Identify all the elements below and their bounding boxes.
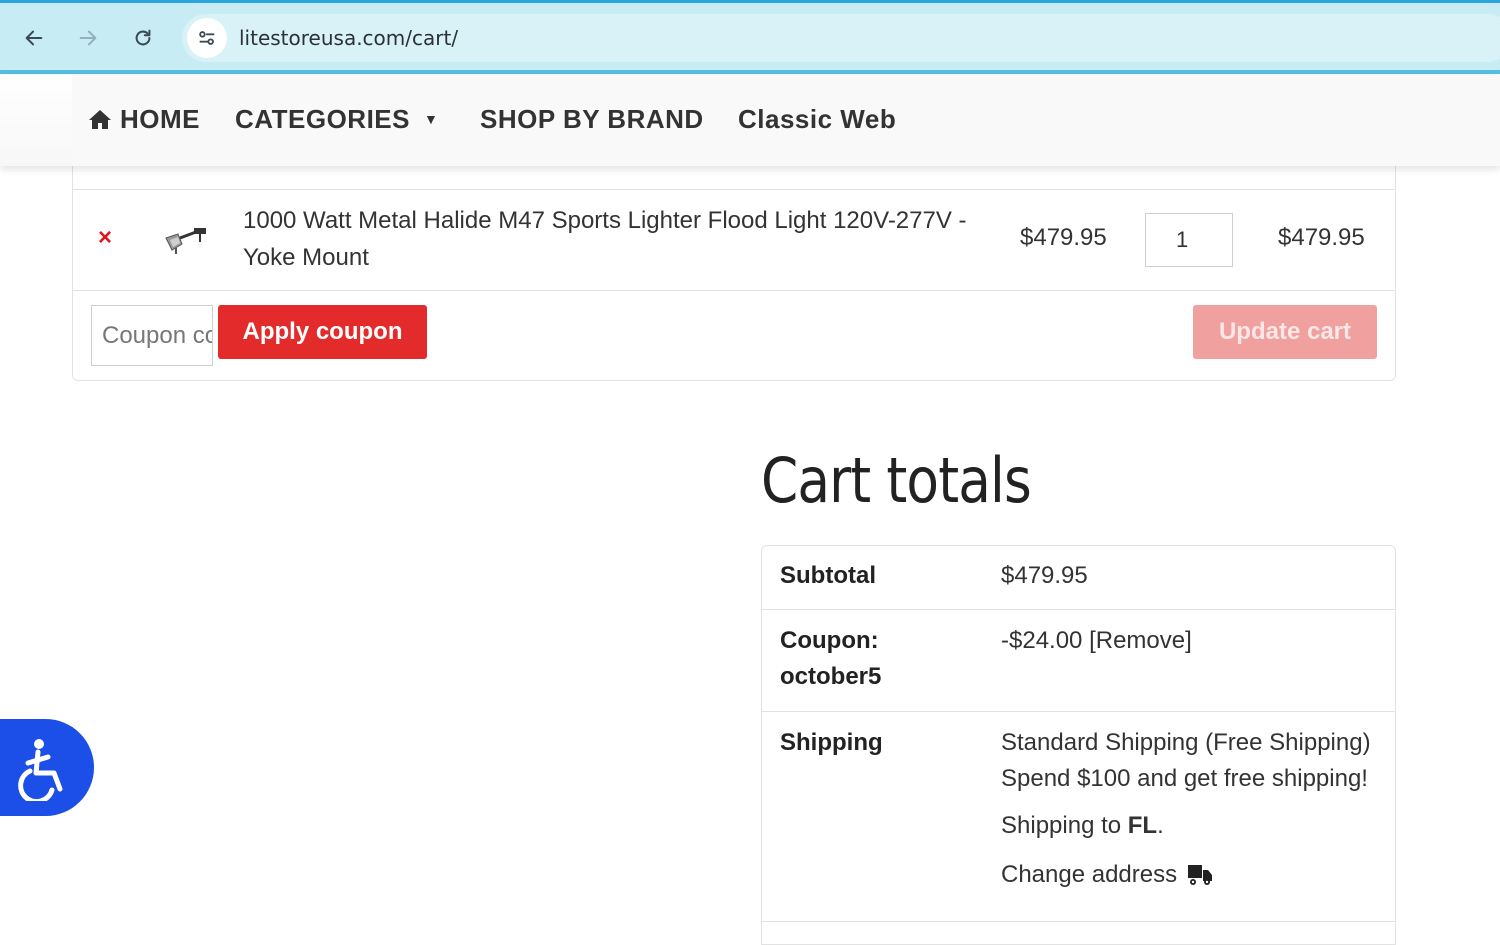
change-address-label: Change address bbox=[1001, 861, 1178, 888]
shipping-method: Standard Shipping (Free Shipping) bbox=[1001, 729, 1371, 756]
update-cart-button[interactable]: Update cart bbox=[1193, 305, 1377, 359]
cart-totals-title: Cart totals bbox=[761, 444, 1032, 517]
nav-shop-by-brand-label: SHOP BY BRAND bbox=[480, 104, 704, 134]
product-price: $479.95 bbox=[1020, 224, 1107, 251]
shipping-to-suffix: . bbox=[1157, 812, 1164, 839]
change-address-link[interactable]: Change address bbox=[1001, 857, 1386, 893]
totals-divider bbox=[761, 609, 1396, 610]
site-info-button[interactable] bbox=[187, 18, 227, 58]
reload-button[interactable] bbox=[128, 23, 158, 53]
shipping-label: Shipping bbox=[780, 729, 883, 756]
coupon-code-name: october5 bbox=[780, 663, 882, 690]
product-name-line2: Yoke Mount bbox=[243, 244, 369, 271]
address-bar[interactable]: litestoreusa.com/cart/ bbox=[182, 14, 1500, 62]
nav-categories-label: CATEGORIES bbox=[235, 104, 410, 134]
product-subtotal: $479.95 bbox=[1278, 224, 1365, 251]
product-thumbnail[interactable] bbox=[162, 222, 210, 258]
table-divider bbox=[72, 189, 1396, 190]
product-name-link[interactable]: 1000 Watt Metal Halide M47 Sports Lighte… bbox=[243, 202, 983, 276]
nav-shop-by-brand[interactable]: SHOP BY BRAND bbox=[480, 104, 704, 135]
totals-divider bbox=[761, 921, 1396, 922]
table-divider bbox=[72, 290, 1396, 291]
arrow-left-icon bbox=[25, 30, 43, 46]
reload-icon bbox=[135, 29, 151, 46]
arrow-right-icon bbox=[79, 30, 97, 46]
url-text[interactable]: litestoreusa.com/cart/ bbox=[239, 26, 458, 50]
nav-home[interactable]: HOME bbox=[88, 104, 200, 135]
subtotal-label: Subtotal bbox=[780, 562, 876, 589]
nav-home-label: HOME bbox=[120, 104, 200, 134]
home-icon bbox=[89, 110, 111, 129]
coupon-discount: -$24.00 bbox=[1001, 627, 1083, 654]
coupon-value: -$24.00 [Remove] bbox=[1001, 623, 1192, 659]
shipping-destination: Shipping to FL. bbox=[1001, 808, 1386, 844]
browser-toolbar: litestoreusa.com/cart/ bbox=[0, 0, 1500, 74]
shipping-to-prefix: Shipping to bbox=[1001, 812, 1128, 839]
coupon-code-input[interactable] bbox=[91, 305, 213, 366]
accessibility-button[interactable] bbox=[0, 719, 94, 816]
shipping-details: Standard Shipping (Free Shipping) Spend … bbox=[1001, 725, 1386, 893]
coupon-label-line1: Coupon: bbox=[780, 627, 879, 654]
accessibility-icon bbox=[18, 738, 63, 801]
totals-divider bbox=[761, 711, 1396, 712]
nav-classic-web[interactable]: Classic Web bbox=[738, 104, 896, 135]
caret-down-icon: ▼ bbox=[423, 111, 439, 127]
product-name-line1: 1000 Watt Metal Halide M47 Sports Lighte… bbox=[243, 207, 967, 234]
forward-button[interactable] bbox=[73, 23, 103, 53]
shipping-promo: Spend $100 and get free shipping! bbox=[1001, 765, 1368, 792]
quantity-input[interactable] bbox=[1145, 213, 1233, 267]
nav-classic-web-label: Classic Web bbox=[738, 104, 897, 134]
coupon-label: Coupon: october5 bbox=[780, 623, 881, 695]
nav-categories[interactable]: CATEGORIES ▼ bbox=[235, 104, 438, 135]
truck-icon bbox=[1188, 865, 1213, 885]
apply-coupon-button[interactable]: Apply coupon bbox=[218, 305, 427, 359]
site-navigation: HOME CATEGORIES ▼ SHOP BY BRAND Classic W… bbox=[0, 74, 1500, 166]
remove-coupon-link[interactable]: [Remove] bbox=[1089, 627, 1192, 654]
remove-item-button[interactable]: × bbox=[98, 226, 112, 250]
shipping-state: FL bbox=[1127, 812, 1158, 839]
subtotal-value: $479.95 bbox=[1001, 562, 1088, 589]
back-button[interactable] bbox=[19, 23, 49, 53]
tune-icon bbox=[199, 31, 215, 45]
